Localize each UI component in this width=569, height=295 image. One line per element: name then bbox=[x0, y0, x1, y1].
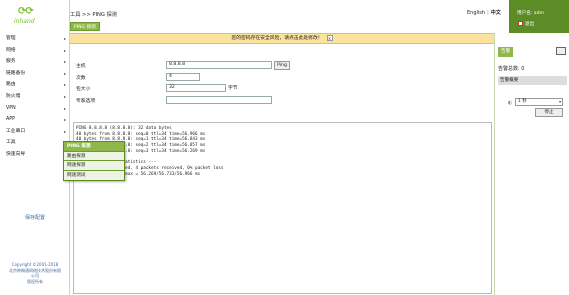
sidebar-item-tools[interactable]: 工具▸ bbox=[0, 137, 70, 149]
sidebar: ⟳⟳ inhand 管理 ▸ 网络 ▸ 服务 ▸ 链路备份 ▸ 路由 ▸ 防火墙 ▸ VPN… bbox=[0, 0, 70, 295]
logo-text: inhand bbox=[14, 18, 35, 25]
password-warning-banner[interactable]: 您的密码存在安全风险，请点击此处修改！ × bbox=[70, 33, 494, 44]
sidebar-item-admin[interactable]: 管理 ▸ bbox=[0, 33, 70, 45]
sidebar-item-services[interactable]: 服务 ▸ bbox=[0, 56, 70, 68]
chevron-right-icon: ▸ bbox=[63, 82, 66, 88]
inhand-logo: ⟳⟳ inhand bbox=[12, 6, 52, 28]
submenu-item-ping[interactable]: PING 探测 bbox=[64, 142, 124, 152]
host-input[interactable]: 8.8.8.8 bbox=[166, 61, 272, 69]
alarm-total: 告警总数: 0 bbox=[498, 66, 525, 72]
logout-link[interactable]: 退出 bbox=[525, 21, 534, 27]
expert-options-input[interactable] bbox=[166, 96, 272, 104]
sidebar-item-vpn[interactable]: VPN ▸ bbox=[0, 103, 70, 115]
chevron-right-icon: ▸ bbox=[63, 105, 66, 111]
tab-alarm[interactable]: 告警 bbox=[498, 47, 514, 57]
username-label: 用户名: adm bbox=[517, 11, 544, 16]
submenu-item-speed-probe[interactable]: 网速探测 bbox=[64, 161, 124, 171]
main-content: 主机 8.8.8.8 Ping 次数 4 包大小 32 字节 专家选项 PING… bbox=[70, 44, 494, 295]
alarm-summary-header: 告警概要 bbox=[498, 76, 567, 85]
refresh-interval-value: 1 秒 bbox=[518, 99, 527, 104]
sidebar-item-label: 工具 bbox=[6, 140, 16, 146]
sidebar-item-label: 网络 bbox=[6, 47, 16, 53]
expert-options-label: 专家选项 bbox=[76, 99, 96, 104]
sidebar-item-link-backup[interactable]: 链路备份 ▸ bbox=[0, 68, 70, 80]
sidebar-item-serial[interactable]: 工业串口 ▸ bbox=[0, 126, 70, 138]
packet-size-unit: 字节 bbox=[228, 86, 238, 91]
close-icon[interactable]: × bbox=[326, 34, 333, 41]
alarm-panel: 告警 告警总数: 0 告警概要 ◐ 1 秒 ▾ 停止 bbox=[494, 33, 569, 295]
sidebar-item-label: 管理 bbox=[6, 36, 16, 41]
sidebar-item-label: VPN bbox=[6, 105, 16, 111]
lang-chinese-link[interactable]: 中文 bbox=[491, 10, 501, 16]
sidebar-item-firewall[interactable]: 防火墙 ▸ bbox=[0, 91, 70, 103]
sidebar-item-app[interactable]: APP ▸ bbox=[0, 114, 70, 126]
logo-mark-icon: ⟳⟳ bbox=[18, 6, 34, 17]
copyright: Copyright ©2001-2018 北京映翰通网络技术股份有限 公司 版权… bbox=[2, 262, 68, 284]
sidebar-item-label: 快速向导 bbox=[6, 151, 26, 157]
sidebar-item-label: APP bbox=[6, 117, 16, 123]
refresh-interval-select[interactable]: 1 秒 ▾ bbox=[515, 98, 563, 106]
chevron-right-icon: ▸ bbox=[63, 93, 66, 99]
stop-button[interactable]: 停止 bbox=[535, 108, 563, 117]
sidebar-item-label: 路由 bbox=[6, 82, 16, 88]
refresh-icon: ◐ bbox=[508, 100, 513, 106]
lang-english-link[interactable]: English bbox=[467, 10, 485, 16]
ping-button[interactable]: Ping bbox=[274, 61, 290, 70]
user-panel: 用户名: adm 退出 bbox=[509, 0, 569, 33]
sidebar-item-label: 链路备份 bbox=[6, 70, 26, 76]
copyright-line: 版权所有 bbox=[27, 278, 43, 284]
sidebar-item-wizard[interactable]: 快速向导▸ bbox=[0, 149, 70, 161]
count-label: 次数 bbox=[76, 76, 86, 81]
sidebar-item-label: 工业串口 bbox=[6, 128, 26, 134]
tools-submenu: PING 探测 路由探测 网速探测 网速测试 bbox=[63, 141, 125, 181]
ping-output: PING 8.8.8.8 (8.8.8.8): 32 data bytes 40… bbox=[73, 122, 492, 294]
chevron-right-icon: ▸ bbox=[63, 59, 66, 65]
chevron-right-icon: ▸ bbox=[63, 70, 66, 76]
chevron-right-icon: ▸ bbox=[63, 128, 66, 134]
save-config-link[interactable]: 保存配置 bbox=[0, 214, 70, 221]
sidebar-item-label: 防火墙 bbox=[6, 93, 21, 99]
sidebar-item-routing[interactable]: 路由 ▸ bbox=[0, 79, 70, 91]
language-switch: English | 中文 bbox=[467, 9, 501, 16]
count-input[interactable]: 4 bbox=[166, 73, 200, 81]
warning-text[interactable]: 您的密码存在安全风险，请点击此处修改！ bbox=[231, 36, 322, 41]
sidebar-item-label: 服务 bbox=[6, 59, 16, 65]
logout-icon[interactable] bbox=[518, 21, 523, 26]
host-label: 主机 bbox=[76, 64, 86, 69]
sidebar-item-network[interactable]: 网络 ▸ bbox=[0, 45, 70, 57]
chevron-right-icon: ▸ bbox=[63, 36, 66, 41]
chevron-right-icon: ▸ bbox=[63, 47, 66, 53]
chevron-down-icon: ▾ bbox=[559, 99, 561, 104]
chevron-right-icon: ▸ bbox=[63, 117, 66, 123]
submenu-item-traceroute[interactable]: 路由探测 bbox=[64, 151, 124, 161]
header: 工具 >> PING 探测 PING 探测 English | 中文 用户名: ad… bbox=[70, 0, 569, 33]
breadcrumb: 工具 >> PING 探测 bbox=[70, 12, 117, 18]
tab-ping[interactable]: PING 探测 bbox=[70, 22, 100, 31]
submenu-item-speed-test[interactable]: 网速测试 bbox=[64, 170, 124, 180]
sidebar-menu: 管理 ▸ 网络 ▸ 服务 ▸ 链路备份 ▸ 路由 ▸ 防火墙 ▸ VPN ▸ APP ▸ 工业串… bbox=[0, 33, 70, 161]
lang-separator: | bbox=[487, 10, 489, 16]
window-icon[interactable] bbox=[556, 47, 566, 55]
copyright-line: Copyright ©2001-2018 bbox=[11, 262, 59, 267]
packet-size-label: 包大小 bbox=[76, 87, 91, 92]
packet-size-input[interactable]: 32 bbox=[166, 84, 226, 92]
